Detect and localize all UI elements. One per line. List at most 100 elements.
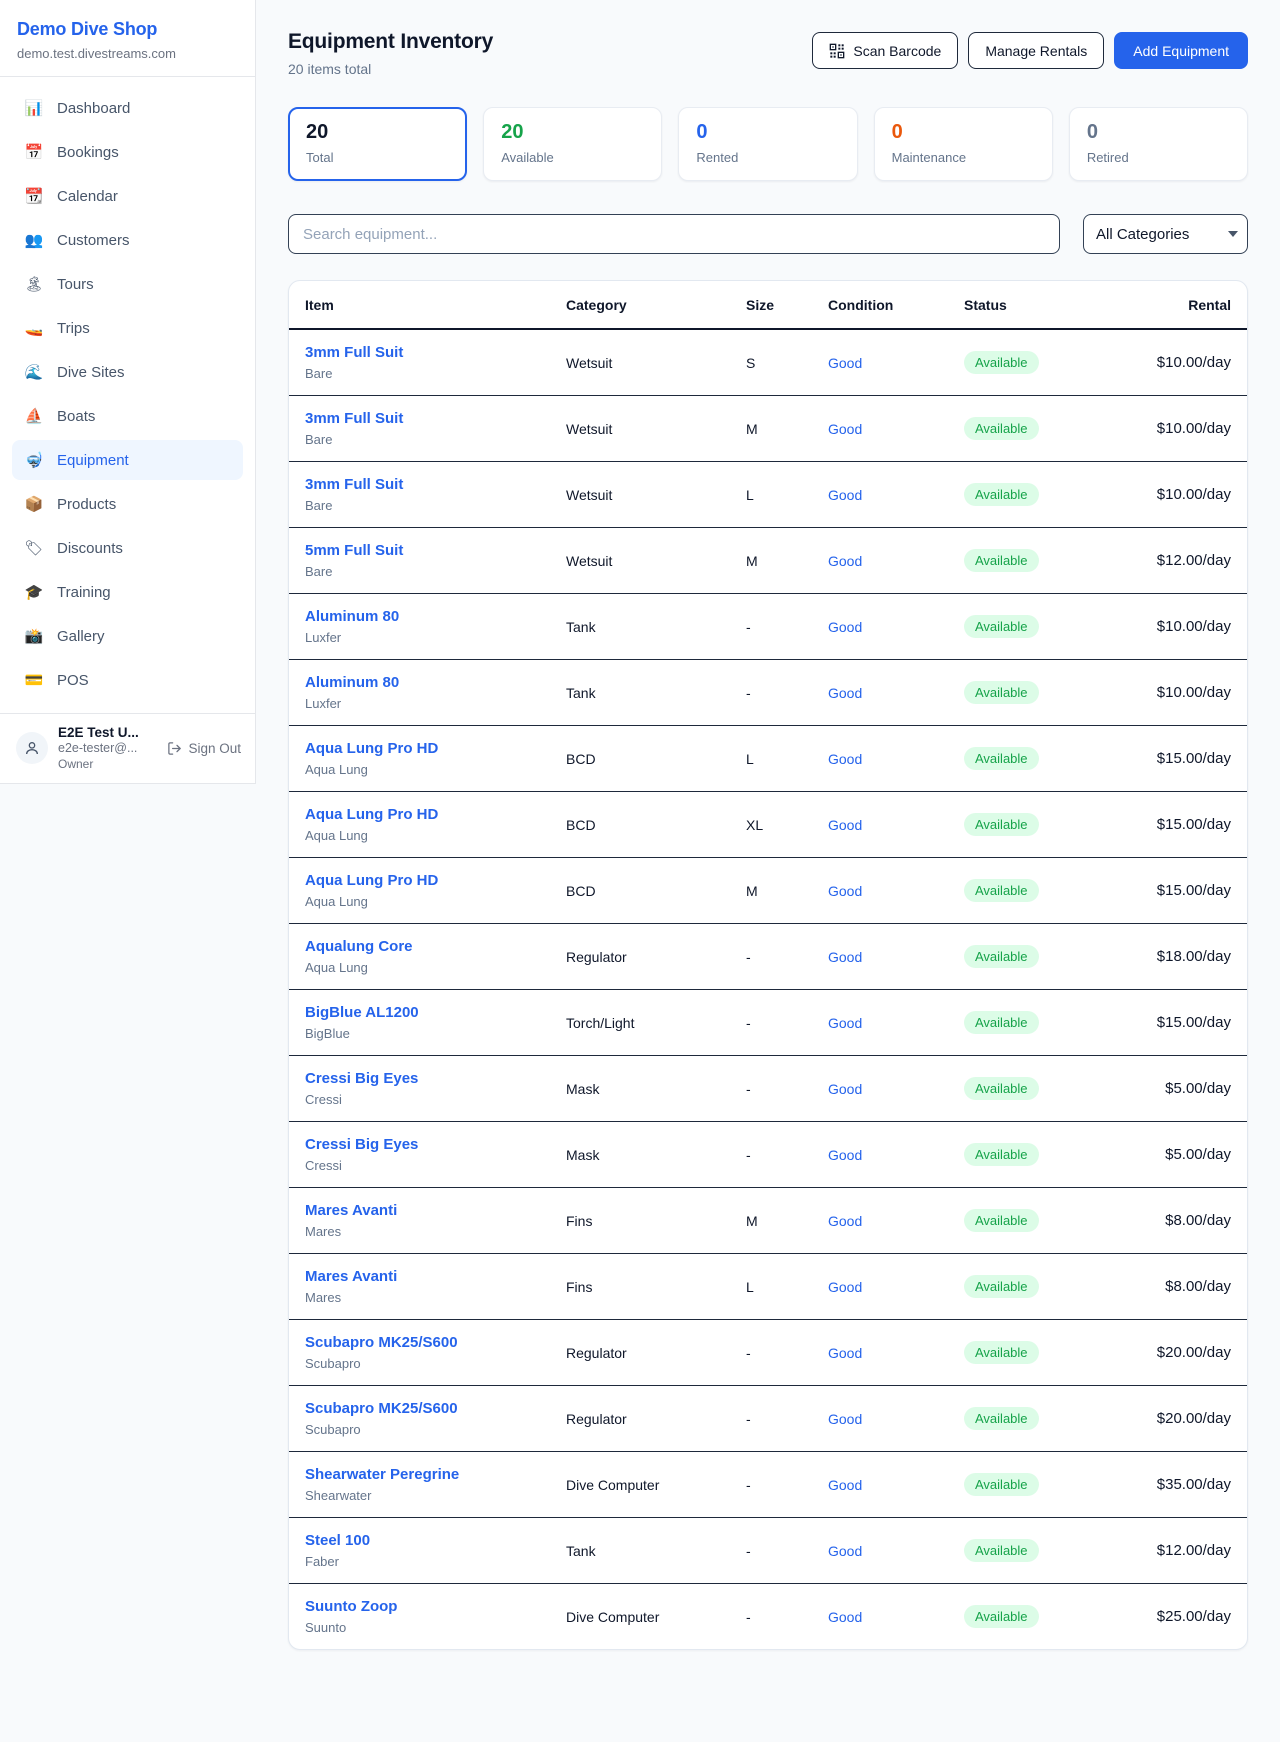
rental-price: $35.00/day [1124,1452,1247,1518]
condition-link[interactable]: Good [828,1279,862,1295]
table-row[interactable]: Aqualung Core Aqua Lung Regulator - Good… [289,924,1247,990]
sidebar-nav: 📊 Dashboard 📅 Bookings 📆 Calendar 👥 Cust… [0,77,255,715]
diving-mask-icon: 🤿 [24,451,44,469]
condition-link[interactable]: Good [828,1213,862,1229]
condition-link[interactable]: Good [828,817,862,833]
table-row[interactable]: Shearwater Peregrine Shearwater Dive Com… [289,1452,1247,1518]
table-row[interactable]: 5mm Full Suit Bare Wetsuit M Good Availa… [289,528,1247,594]
item-name-link[interactable]: Cressi Big Eyes [305,1070,418,1087]
item-name-link[interactable]: Shearwater Peregrine [305,1466,459,1483]
condition-link[interactable]: Good [828,1015,862,1031]
category-select[interactable]: All Categories [1083,214,1248,254]
sidebar-item-discounts[interactable]: 🏷 Discounts [12,528,243,568]
table-row[interactable]: Cressi Big Eyes Cressi Mask - Good Avail… [289,1122,1247,1188]
item-name-link[interactable]: Aqua Lung Pro HD [305,872,438,889]
condition-link[interactable]: Good [828,751,862,767]
add-equipment-button[interactable]: Add Equipment [1114,32,1248,69]
item-category: Tank [566,660,746,726]
table-row[interactable]: Scubapro MK25/S600 Scubapro Regulator - … [289,1320,1247,1386]
item-name-link[interactable]: 5mm Full Suit [305,542,403,559]
condition-link[interactable]: Good [828,421,862,437]
condition-link[interactable]: Good [828,685,862,701]
manage-rentals-button[interactable]: Manage Rentals [968,32,1104,69]
scan-barcode-button[interactable]: Scan Barcode [812,32,958,69]
item-size: M [746,1188,828,1254]
sidebar-item-tours[interactable]: 🏝 Tours [12,264,243,304]
condition-link[interactable]: Good [828,1609,862,1625]
item-name-link[interactable]: BigBlue AL1200 [305,1004,419,1021]
condition-link[interactable]: Good [828,1345,862,1361]
item-name-link[interactable]: Aqua Lung Pro HD [305,806,438,823]
sidebar-item-pos[interactable]: 💳 POS [12,660,243,700]
item-name-link[interactable]: Steel 100 [305,1532,370,1549]
sidebar-item-dashboard[interactable]: 📊 Dashboard [12,88,243,128]
table-row[interactable]: Suunto Zoop Suunto Dive Computer - Good … [289,1584,1247,1650]
item-name-link[interactable]: Mares Avanti [305,1268,397,1285]
item-name-link[interactable]: Scubapro MK25/S600 [305,1334,458,1351]
sidebar: Demo Dive Shop demo.test.divestreams.com… [0,0,256,784]
sidebar-item-gallery[interactable]: 📸 Gallery [12,616,243,656]
sidebar-item-equipment[interactable]: 🤿 Equipment [12,440,243,480]
item-name-link[interactable]: Suunto Zoop [305,1598,397,1615]
item-name-link[interactable]: Cressi Big Eyes [305,1136,418,1153]
sidebar-item-calendar[interactable]: 📆 Calendar [12,176,243,216]
item-name-link[interactable]: Mares Avanti [305,1202,397,1219]
stat-card-available[interactable]: 20 Available [483,107,662,181]
item-name-link[interactable]: 3mm Full Suit [305,476,403,493]
table-row[interactable]: Mares Avanti Mares Fins M Good Available… [289,1188,1247,1254]
sidebar-item-boats[interactable]: ⛵ Boats [12,396,243,436]
sign-out-button[interactable]: Sign Out [167,741,241,756]
condition-link[interactable]: Good [828,883,862,899]
condition-link[interactable]: Good [828,619,862,635]
table-row[interactable]: Steel 100 Faber Tank - Good Available $1… [289,1518,1247,1584]
bar-chart-icon: 📊 [24,99,44,117]
condition-link[interactable]: Good [828,1543,862,1559]
condition-link[interactable]: Good [828,553,862,569]
sidebar-item-products[interactable]: 📦 Products [12,484,243,524]
condition-link[interactable]: Good [828,949,862,965]
table-row[interactable]: 3mm Full Suit Bare Wetsuit S Good Availa… [289,329,1247,396]
item-size: L [746,462,828,528]
condition-link[interactable]: Good [828,355,862,371]
table-row[interactable]: Aqua Lung Pro HD Aqua Lung BCD XL Good A… [289,792,1247,858]
condition-link[interactable]: Good [828,487,862,503]
condition-link[interactable]: Good [828,1081,862,1097]
table-row[interactable]: Aqua Lung Pro HD Aqua Lung BCD L Good Av… [289,726,1247,792]
table-row[interactable]: Mares Avanti Mares Fins L Good Available… [289,1254,1247,1320]
item-name-link[interactable]: Aluminum 80 [305,608,399,625]
rental-price: $20.00/day [1124,1386,1247,1452]
item-name-link[interactable]: Scubapro MK25/S600 [305,1400,458,1417]
sidebar-item-label: Training [57,584,111,601]
status-badge: Available [964,945,1039,968]
item-brand: Bare [305,366,566,381]
condition-link[interactable]: Good [828,1147,862,1163]
stat-card-retired[interactable]: 0 Retired [1069,107,1248,181]
condition-link[interactable]: Good [828,1477,862,1493]
table-row[interactable]: Aluminum 80 Luxfer Tank - Good Available… [289,594,1247,660]
sidebar-item-training[interactable]: 🎓 Training [12,572,243,612]
sidebar-item-label: Trips [57,320,90,337]
sidebar-item-customers[interactable]: 👥 Customers [12,220,243,260]
item-name-link[interactable]: 3mm Full Suit [305,410,403,427]
item-name-link[interactable]: 3mm Full Suit [305,344,403,361]
item-name-link[interactable]: Aqua Lung Pro HD [305,740,438,757]
table-row[interactable]: 3mm Full Suit Bare Wetsuit L Good Availa… [289,462,1247,528]
table-row[interactable]: 3mm Full Suit Bare Wetsuit M Good Availa… [289,396,1247,462]
table-row[interactable]: BigBlue AL1200 BigBlue Torch/Light - Goo… [289,990,1247,1056]
sidebar-item-trips[interactable]: 🚤 Trips [12,308,243,348]
table-row[interactable]: Aqua Lung Pro HD Aqua Lung BCD M Good Av… [289,858,1247,924]
sidebar-item-dive-sites[interactable]: 🌊 Dive Sites [12,352,243,392]
user-email: e2e-tester@... [58,741,157,757]
stat-card-total[interactable]: 20 Total [288,107,467,181]
item-brand: Aqua Lung [305,894,566,909]
table-row[interactable]: Cressi Big Eyes Cressi Mask - Good Avail… [289,1056,1247,1122]
item-name-link[interactable]: Aqualung Core [305,938,413,955]
table-row[interactable]: Aluminum 80 Luxfer Tank - Good Available… [289,660,1247,726]
item-name-link[interactable]: Aluminum 80 [305,674,399,691]
condition-link[interactable]: Good [828,1411,862,1427]
stat-card-rented[interactable]: 0 Rented [678,107,857,181]
stat-card-maintenance[interactable]: 0 Maintenance [874,107,1053,181]
search-input[interactable] [288,214,1060,254]
sidebar-item-bookings[interactable]: 📅 Bookings [12,132,243,172]
table-row[interactable]: Scubapro MK25/S600 Scubapro Regulator - … [289,1386,1247,1452]
